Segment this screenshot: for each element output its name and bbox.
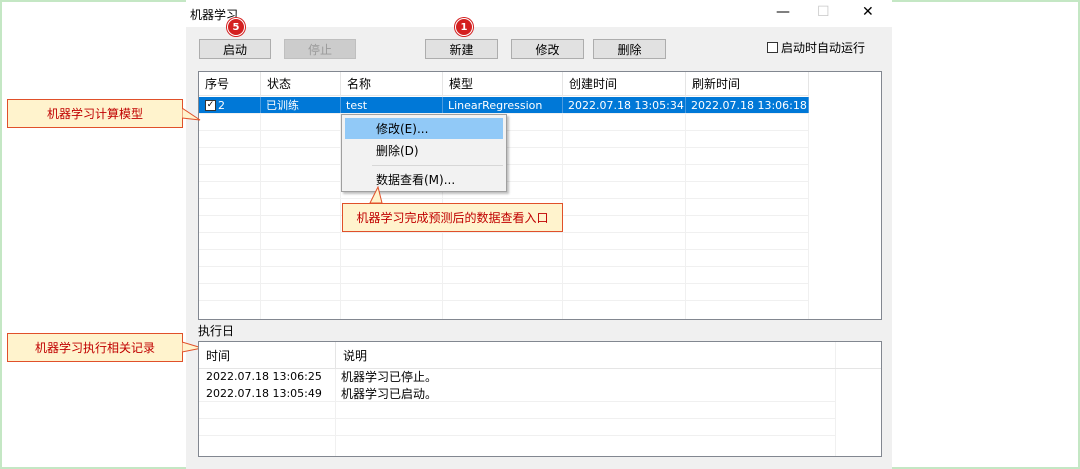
grid-line (199, 232, 809, 233)
column-header-status[interactable]: 状态 (261, 72, 341, 96)
new-button[interactable]: 新建 (425, 39, 498, 59)
cell-name[interactable]: test (341, 97, 443, 113)
cell-model[interactable]: LinearRegression (443, 97, 563, 113)
log-row-time: 2022.07.18 13:05:49 (206, 386, 322, 400)
grid-line (199, 198, 809, 199)
log-list[interactable]: 时间 说明 2022.07.18 13:06:25 机器学习已停止。 2022.… (198, 341, 882, 457)
column-header-index[interactable]: 序号 (199, 72, 261, 96)
menu-separator (372, 165, 503, 166)
autorun-label: 启动时自动运行 (781, 41, 866, 55)
stop-button: 停止 (284, 39, 356, 59)
cell-refreshed[interactable]: 2022.07.18 13:06:18 (686, 97, 809, 113)
edit-button[interactable]: 修改 (511, 39, 584, 59)
log-row-time: 2022.07.18 13:06:25 (206, 369, 322, 383)
log-header-desc[interactable]: 说明 (336, 342, 836, 368)
log-title: 执行日 (198, 324, 235, 338)
grid-line (199, 266, 809, 267)
cell-created[interactable]: 2022.07.18 13:05:34 (563, 97, 686, 113)
log-row-desc: 机器学习已启动。 (341, 386, 438, 401)
callout-log: 机器学习执行相关记录 (7, 333, 183, 362)
log-row-desc: 机器学习已停止。 (341, 369, 438, 384)
column-header-refreshed[interactable]: 刷新时间 (686, 72, 809, 96)
step-badge-start: 5 (227, 18, 245, 36)
maximize-icon: ☐ (817, 4, 830, 20)
grid-line (199, 283, 809, 284)
checkbox-icon[interactable] (767, 42, 778, 53)
model-list[interactable]: 序号 状态 名称 模型 创建时间 刷新时间 ✓ 2 已训练 test Linea… (198, 71, 882, 320)
grid-line (199, 401, 836, 402)
minimize-icon[interactable]: — (776, 4, 790, 20)
callout-data-view: 机器学习完成预测后的数据查看入口 (342, 203, 563, 232)
grid-line (199, 418, 836, 419)
row-checkbox[interactable]: ✓ (205, 99, 216, 111)
grid-line (335, 368, 336, 456)
column-header-model[interactable]: 模型 (443, 72, 563, 96)
column-header-created[interactable]: 创建时间 (563, 72, 686, 96)
grid-line (199, 435, 836, 436)
cell-status[interactable]: 已训练 (261, 97, 341, 113)
context-menu: 修改(E)... 删除(D) 数据查看(M)... (341, 114, 507, 192)
close-icon[interactable]: ✕ (862, 4, 874, 20)
step-badge-new: 1 (455, 18, 473, 36)
row-index: 2 (218, 98, 225, 112)
start-button[interactable]: 启动 (199, 39, 271, 59)
callout-model: 机器学习计算模型 (7, 99, 183, 128)
cell-index[interactable]: ✓ 2 (199, 97, 261, 113)
delete-button[interactable]: 删除 (593, 39, 666, 59)
callout-view-pointer (369, 186, 383, 204)
grid-line (199, 300, 809, 301)
column-header-name[interactable]: 名称 (341, 72, 443, 96)
menu-item-edit[interactable]: 修改(E)... (345, 118, 503, 139)
menu-item-delete[interactable]: 删除(D) (345, 140, 503, 161)
log-header-time[interactable]: 时间 (199, 342, 336, 368)
grid-line (199, 249, 809, 250)
callout-model-pointer (182, 107, 201, 121)
autorun-checkbox[interactable]: 启动时自动运行 (767, 39, 865, 56)
grid-line (835, 342, 836, 456)
